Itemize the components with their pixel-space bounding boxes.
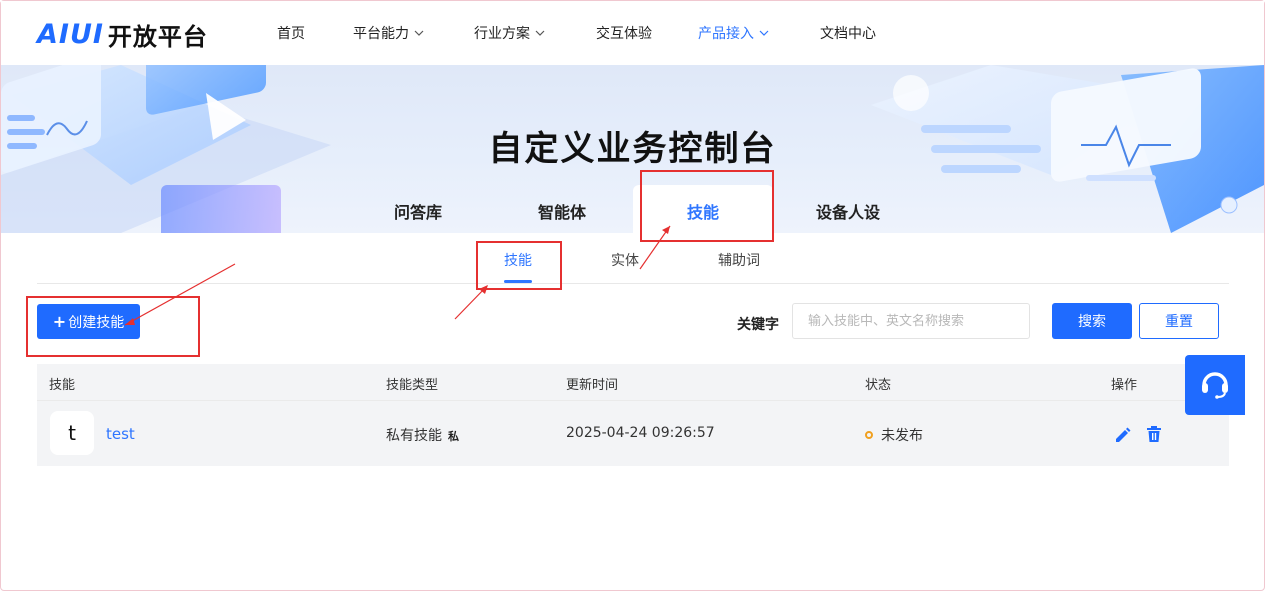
tab-qa-library[interactable]: 问答库: [394, 199, 442, 223]
sub-tabs: 技能 实体 辅助词: [37, 233, 1229, 284]
skill-updated-time: 2025-04-24 09:26:57: [566, 425, 715, 441]
skill-avatar: t: [50, 411, 94, 455]
headset-icon: [1198, 366, 1232, 404]
keyword-label: 关键字: [737, 317, 779, 333]
column-header-skill: 技能: [49, 378, 76, 393]
chevron-down-icon: [413, 27, 425, 39]
skill-type: 私有技能: [386, 428, 442, 444]
chevron-down-icon: [758, 27, 770, 39]
nav-item-label: 行业方案: [474, 26, 530, 42]
nav-item-industry[interactable]: 行业方案: [474, 23, 546, 43]
brand-name: 开放平台: [107, 22, 208, 51]
nav-item-home[interactable]: 首页: [277, 23, 305, 43]
customer-support-button[interactable]: [1185, 355, 1245, 415]
top-navigation: AIUI 开放平台 首页 平台能力 行业方案 交互体验 产品接入 文档中心: [1, 1, 1264, 65]
tab-agent[interactable]: 智能体: [538, 199, 586, 223]
reset-button[interactable]: 重置: [1139, 303, 1219, 339]
annotation-box-skill-tab: [640, 170, 774, 242]
column-header-status: 状态: [865, 378, 892, 393]
search-button[interactable]: 搜索: [1052, 303, 1132, 339]
nav-item-platform[interactable]: 平台能力: [353, 23, 425, 43]
nav-item-label: 文档中心: [820, 26, 876, 42]
nav-item-label: 产品接入: [698, 26, 754, 42]
status-badge: 未发布: [881, 428, 923, 444]
brand-mark: AIUI: [37, 18, 104, 50]
console-banner: 自定义业务控制台 问答库 智能体 技能 设备人设: [1, 65, 1264, 233]
skill-type-cell: 私有技能私: [386, 425, 459, 445]
nav-item-label: 首页: [277, 26, 305, 42]
annotation-box-create-button: [26, 296, 200, 357]
private-badge: 私: [448, 430, 459, 443]
page-title: 自定义业务控制台: [488, 129, 777, 169]
status-dot-icon: [865, 431, 873, 439]
skill-status-cell: 未发布: [865, 425, 923, 445]
column-header-updated: 更新时间: [566, 378, 619, 393]
subtab-auxiliary-words[interactable]: 辅助词: [718, 250, 760, 270]
nav-item-label: 交互体验: [596, 26, 652, 42]
keyword-search-input[interactable]: [792, 303, 1030, 339]
nav-item-docs[interactable]: 文档中心: [820, 23, 876, 43]
brand-logo[interactable]: AIUI 开放平台: [37, 18, 208, 51]
annotation-box-skill-subtab: [476, 241, 562, 290]
tab-device-persona[interactable]: 设备人设: [816, 199, 880, 223]
nav-item-product-access[interactable]: 产品接入: [698, 23, 770, 43]
table-header: 技能 技能类型 更新时间 状态 操作: [37, 364, 1229, 400]
skill-name-link[interactable]: test: [106, 425, 135, 443]
column-header-type: 技能类型: [386, 378, 439, 393]
nav-item-label: 平台能力: [353, 26, 409, 42]
chevron-down-icon: [534, 27, 546, 39]
column-header-actions: 操作: [1111, 378, 1138, 393]
subtab-entity[interactable]: 实体: [611, 250, 639, 270]
nav-item-experience[interactable]: 交互体验: [596, 23, 652, 43]
trash-icon[interactable]: [1145, 424, 1163, 444]
pencil-icon[interactable]: [1113, 424, 1131, 444]
table-row: t test 私有技能私 2025-04-24 09:26:57 未发布: [37, 400, 1229, 466]
